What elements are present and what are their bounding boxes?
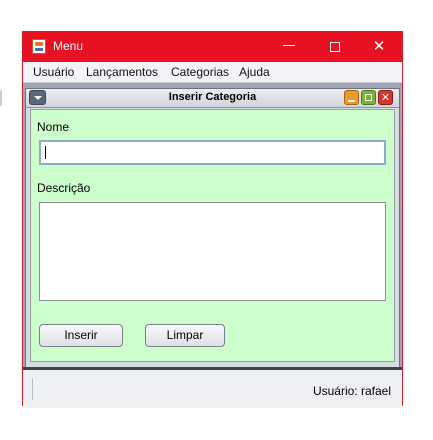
java-app-icon bbox=[32, 39, 46, 54]
frame-maximize-button[interactable] bbox=[361, 90, 376, 105]
menu-ajuda[interactable]: Ajuda bbox=[239, 65, 270, 79]
menu-lancamentos[interactable]: Lançamentos bbox=[86, 65, 158, 79]
app-window: Menu — ✕ Usuário Lançamentos Categorias … bbox=[22, 31, 403, 408]
internal-frame-title-bar[interactable]: Inserir Categoria ✕ bbox=[26, 89, 399, 108]
status-bar: Usuário: rafael bbox=[23, 367, 402, 408]
window-title: Menu bbox=[53, 39, 84, 53]
status-divider bbox=[32, 378, 33, 400]
maximize-button[interactable] bbox=[312, 32, 358, 62]
inserir-button[interactable]: Inserir bbox=[39, 324, 123, 347]
menu-categorias[interactable]: Categorias bbox=[171, 65, 229, 79]
frame-close-button[interactable]: ✕ bbox=[378, 90, 393, 105]
close-button[interactable]: ✕ bbox=[356, 32, 402, 62]
menu-usuario[interactable]: Usuário bbox=[33, 65, 74, 79]
window-title-bar[interactable]: Menu — ✕ bbox=[23, 32, 402, 62]
descricao-textarea[interactable] bbox=[39, 202, 386, 301]
nome-input[interactable] bbox=[39, 140, 386, 165]
form-panel: Nome Descrição Inserir Limpar bbox=[30, 109, 395, 362]
nome-label: Nome bbox=[37, 120, 70, 134]
maximize-icon bbox=[330, 41, 340, 52]
menu-bar: Usuário Lançamentos Categorias Ajuda bbox=[23, 62, 402, 83]
internal-frame-inserir-categoria: Inserir Categoria ✕ Nome Descrição Inser… bbox=[25, 88, 400, 368]
background-edge-mark bbox=[0, 90, 2, 106]
minimize-button[interactable]: — bbox=[266, 32, 312, 62]
status-user-label: Usuário: rafael bbox=[312, 384, 391, 398]
text-caret bbox=[45, 146, 46, 159]
frame-iconify-button[interactable] bbox=[344, 90, 359, 105]
descricao-label: Descrição bbox=[37, 181, 91, 195]
limpar-button[interactable]: Limpar bbox=[145, 324, 225, 347]
